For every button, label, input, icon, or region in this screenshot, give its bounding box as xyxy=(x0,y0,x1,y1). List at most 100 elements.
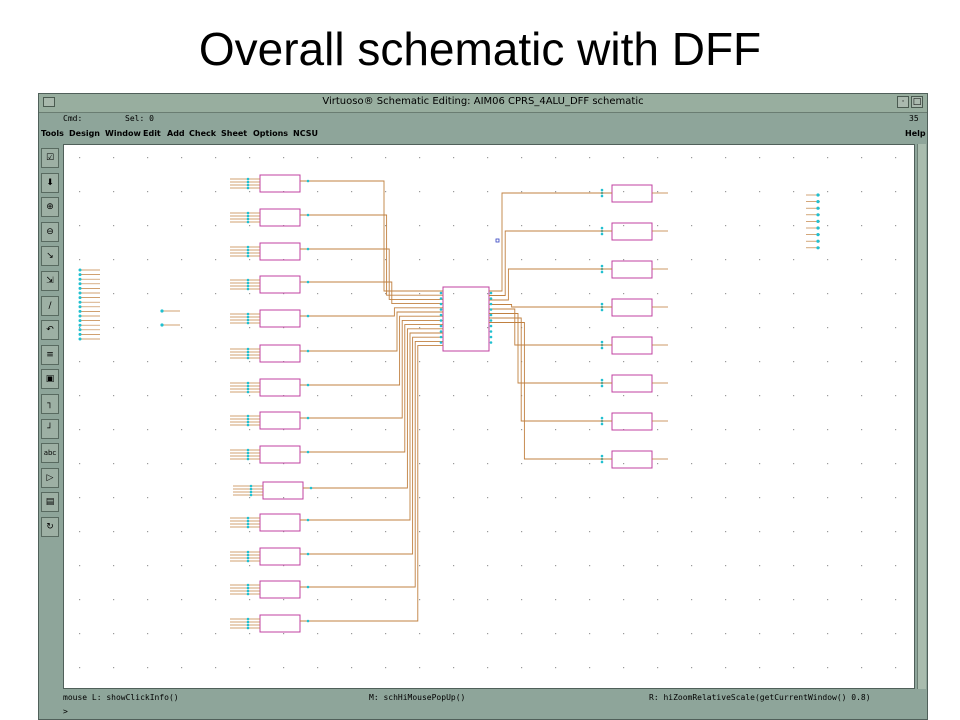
input-pin xyxy=(249,493,253,497)
bus-icon[interactable]: ≡ xyxy=(41,344,59,365)
menu-help[interactable]: Help xyxy=(905,129,926,138)
grid-dot xyxy=(521,191,523,193)
grid-dot xyxy=(79,633,81,635)
input-pin xyxy=(600,226,604,230)
grid-dot xyxy=(827,429,829,431)
grid-dot xyxy=(181,395,183,397)
grid-dot xyxy=(861,225,863,227)
grid-dot xyxy=(419,259,421,261)
grid-dot xyxy=(657,259,659,261)
grid-dot xyxy=(623,565,625,567)
grid-dot xyxy=(623,667,625,669)
zoom-out-icon[interactable]: ⊖ xyxy=(41,221,59,242)
check-icon[interactable]: ☑ xyxy=(41,148,59,168)
property-icon[interactable]: ▤ xyxy=(41,492,59,513)
zoom-in-icon[interactable]: ⊕ xyxy=(41,197,59,218)
menu-design[interactable]: Design xyxy=(69,129,100,138)
grid-dot xyxy=(623,293,625,295)
grid-dot xyxy=(317,531,319,533)
schematic-canvas[interactable] xyxy=(63,144,915,689)
grid-dot xyxy=(725,497,727,499)
wire-icon[interactable]: ∕ xyxy=(41,295,59,316)
menu-tools[interactable]: Tools xyxy=(41,129,64,138)
prompt-symbol: > xyxy=(63,707,68,716)
grid-dot xyxy=(317,667,319,669)
grid-dot xyxy=(453,395,455,397)
alu-input-pin xyxy=(439,313,443,317)
cursor-marker xyxy=(495,238,500,243)
menu-check[interactable]: Check xyxy=(189,129,216,138)
grid-dot xyxy=(147,395,149,397)
input-pin xyxy=(600,340,604,344)
grid-dot xyxy=(419,225,421,227)
grid-dot xyxy=(113,191,115,193)
instance-icon[interactable]: ▣ xyxy=(41,369,59,390)
vertical-scrollbar[interactable] xyxy=(917,144,926,689)
menu-options[interactable]: Options xyxy=(253,129,288,138)
grid-dot xyxy=(725,191,727,193)
grid-dot xyxy=(793,429,795,431)
grid-dot xyxy=(419,293,421,295)
minimize-button[interactable]: · xyxy=(897,96,909,108)
grid-dot xyxy=(79,565,81,567)
menu-ncsu[interactable]: NCSU xyxy=(293,129,318,138)
menu-window[interactable]: Window xyxy=(105,129,141,138)
grid-dot xyxy=(453,565,455,567)
grid-dot xyxy=(453,667,455,669)
grid-dot xyxy=(453,293,455,295)
copy-icon[interactable]: ⇲ xyxy=(41,271,59,291)
grid-dot xyxy=(793,531,795,533)
grid-dot xyxy=(759,259,761,261)
output-pin xyxy=(306,552,310,556)
grid-dot xyxy=(317,361,319,363)
grid-dot xyxy=(215,157,217,159)
grid-dot xyxy=(351,429,353,431)
selection-count: Sel: 0 xyxy=(125,114,154,123)
grid-dot xyxy=(725,157,727,159)
window-titlebar[interactable]: Virtuoso® Schematic Editing: AIM06 CPRS_… xyxy=(39,94,927,113)
grid-dot xyxy=(385,157,387,159)
grid-dot xyxy=(691,429,693,431)
stretch-icon[interactable]: ↘ xyxy=(41,246,59,267)
schematic-drawing[interactable] xyxy=(64,145,914,688)
grid-dot xyxy=(691,225,693,227)
grid-dot xyxy=(113,667,115,669)
label-icon[interactable]: abc xyxy=(41,443,59,464)
alu-output-pin xyxy=(489,308,493,311)
menu-edit[interactable]: Edit xyxy=(143,129,161,138)
narrow-wire-icon[interactable]: ┘ xyxy=(41,418,59,439)
grid-dot xyxy=(657,157,659,159)
grid-dot xyxy=(147,667,149,669)
rotate-icon[interactable]: ↻ xyxy=(41,517,59,537)
wide-wire-icon[interactable]: ┐ xyxy=(41,394,59,414)
bus-wire xyxy=(300,311,443,352)
grid-dot xyxy=(827,191,829,193)
grid-dot xyxy=(385,633,387,635)
grid-dot xyxy=(147,259,149,261)
tool-palette: ☑ ⬇ ⊕ ⊖ ↘ ⇲ ∕ ↶ ≡ ▣ ┐ ┘ abc ▷ ▤ ↻ xyxy=(39,144,61,684)
grid-dot xyxy=(215,259,217,261)
grid-dot xyxy=(487,361,489,363)
pin-icon[interactable]: ▷ xyxy=(41,467,59,488)
save-icon[interactable]: ⬇ xyxy=(41,172,59,193)
grid-dot xyxy=(861,531,863,533)
menu-sheet[interactable]: Sheet xyxy=(221,129,247,138)
grid-dot xyxy=(453,225,455,227)
menu-add[interactable]: Add xyxy=(167,129,185,138)
grid-dot xyxy=(521,157,523,159)
bus-wire xyxy=(300,180,443,292)
grid-dot xyxy=(589,633,591,635)
bus-wire xyxy=(300,248,443,300)
grid-dot xyxy=(725,565,727,567)
grid-dot xyxy=(317,497,319,499)
command-prompt[interactable]: > xyxy=(39,706,927,718)
grid-dot xyxy=(351,565,353,567)
undo-icon[interactable]: ↶ xyxy=(41,320,59,341)
grid-dot xyxy=(419,361,421,363)
maximize-button[interactable]: □ xyxy=(911,96,923,108)
grid-dot xyxy=(215,667,217,669)
grid-dot xyxy=(861,395,863,397)
grid-dot xyxy=(691,157,693,159)
grid-dot xyxy=(487,293,489,295)
dff-instance xyxy=(259,174,301,193)
